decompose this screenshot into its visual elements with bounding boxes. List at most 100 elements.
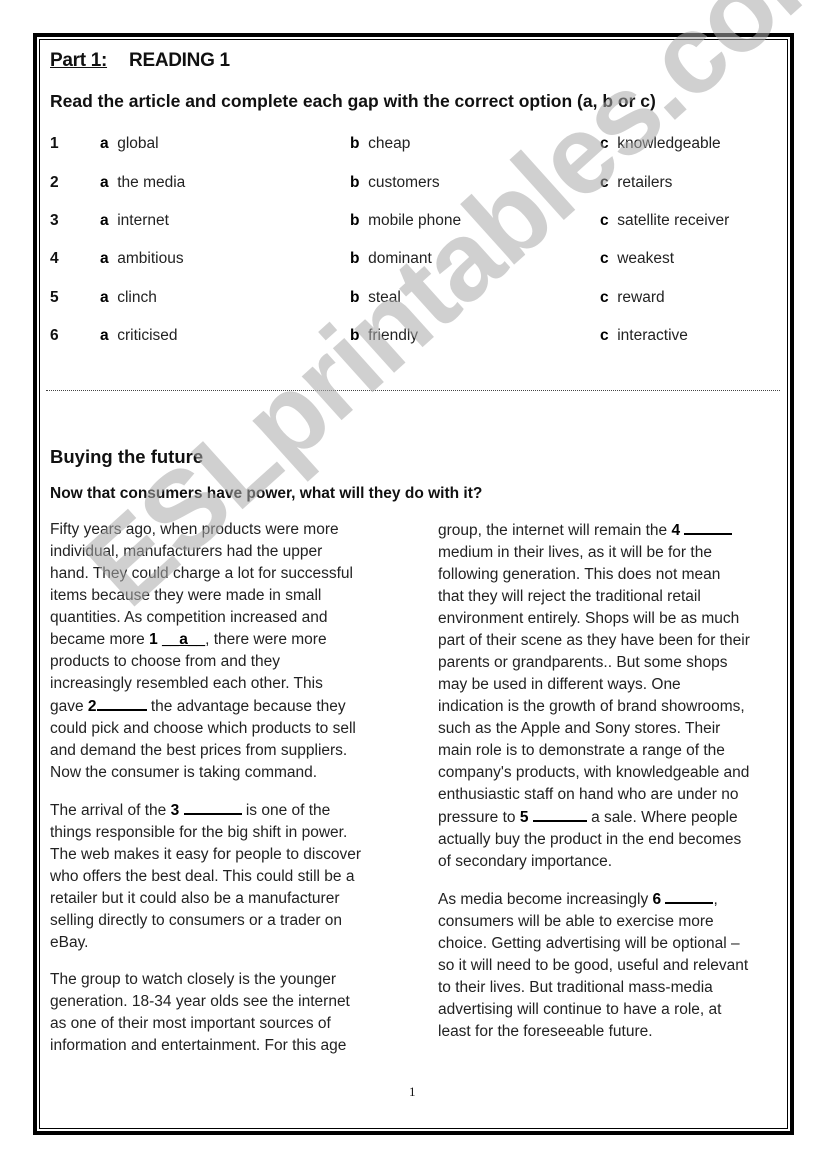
article-left-column: Fifty years ago, when products were more… [50, 519, 361, 1072]
part-label: Part 1: [50, 50, 108, 71]
text-line: advertising will continue to have a role… [438, 1001, 722, 1018]
text-line: to their lives. But traditional mass-med… [438, 979, 713, 996]
option-c[interactable]: c interactive [600, 327, 688, 345]
text-line: that they will reject the traditional re… [438, 588, 701, 605]
option-number: 4 [50, 250, 59, 267]
section-divider [46, 390, 780, 391]
option-letter: a [100, 174, 109, 191]
option-text: satellite receiver [608, 212, 730, 229]
option-letter: a [100, 250, 109, 267]
text-line: so it will need to be good, useful and r… [438, 957, 749, 974]
option-a[interactable]: a internet [100, 212, 169, 230]
text-line: as one of their most important sources o… [50, 1015, 331, 1032]
option-text: criticised [108, 327, 178, 344]
option-text: cheap [359, 135, 411, 152]
paragraph-2: The arrival of the 3 is one of the thing… [50, 799, 361, 954]
text-line: eBay. [50, 934, 89, 951]
option-number: 2 [50, 174, 59, 191]
text-line: individual, manufacturers had the upper [50, 543, 323, 560]
option-text: internet [108, 212, 169, 229]
option-c[interactable]: c retailers [600, 174, 672, 192]
option-number: 5 [50, 289, 59, 306]
p5-lines: consumers will be able to exercise more c… [438, 913, 748, 1040]
option-letter: a [100, 135, 109, 152]
section-label: READING 1 [129, 50, 230, 71]
option-number: 1 [50, 135, 59, 152]
article-right-column: group, the internet will remain the 4 me… [438, 519, 750, 1058]
text-line: actually buy the product in the end beco… [438, 831, 742, 848]
text-line: The group to watch closely is the younge… [50, 971, 337, 988]
p2-lines: things responsible for the big shift in … [50, 824, 361, 951]
gap-2-number: 2 [87, 698, 97, 715]
p3-lines: The group to watch closely is the younge… [50, 971, 350, 1054]
option-b[interactable]: b customers [350, 174, 440, 192]
p4b-lines: actually buy the product in the end beco… [438, 831, 741, 870]
gap-1-number: 1 [149, 631, 158, 648]
gap-2-blank[interactable] [96, 695, 147, 711]
option-a[interactable]: a criticised [100, 327, 178, 345]
option-c[interactable]: c weakest [600, 250, 674, 268]
text-line: main role is to demonstrate a range of t… [438, 742, 725, 759]
option-a[interactable]: a global [100, 135, 159, 153]
option-text: ambitious [108, 250, 184, 267]
text-line: who offers the best deal. This could sti… [50, 868, 355, 885]
text-line: environment entirely. Shops will be as m… [438, 610, 740, 627]
text-line: Now the consumer is taking command. [50, 764, 318, 781]
option-a[interactable]: a the media [100, 174, 185, 192]
option-a[interactable]: a ambitious [100, 250, 184, 268]
option-c[interactable]: c satellite receiver [600, 212, 729, 230]
paragraph-5: As media become increasingly 6 , consume… [438, 888, 750, 1043]
text-line: information and entertainment. For this … [50, 1037, 347, 1054]
option-letter: c [600, 327, 609, 344]
option-letter: a [100, 289, 109, 306]
gap-6-number: 6 [652, 891, 662, 908]
paragraph-4: group, the internet will remain the 4 me… [438, 519, 750, 873]
option-text: friendly [359, 327, 419, 344]
gap-5-blank[interactable] [532, 806, 587, 822]
text-line: things responsible for the big shift in … [50, 824, 348, 841]
option-text: reward [608, 289, 665, 306]
text-line: and demand the best prices from supplier… [50, 742, 348, 759]
text-line: such as the Apple and Sony stores. Their [438, 720, 721, 737]
instruction: Read the article and complete each gap w… [50, 91, 656, 111]
gap-4-number: 4 [671, 522, 681, 539]
option-b[interactable]: b dominant [350, 250, 432, 268]
gap-3-blank[interactable] [183, 799, 242, 815]
text-line: enthusiastic staff on hand who are under… [438, 786, 739, 803]
option-text: dominant [359, 250, 432, 267]
text-line: items because they were made in small [50, 587, 322, 604]
article-subtitle: Now that consumers have power, what will… [50, 485, 483, 502]
page-number: 1 [409, 1084, 416, 1099]
text-line: The web makes it easy for people to disc… [50, 846, 362, 863]
text-line: retailer but it could also be a manufact… [50, 890, 340, 907]
option-text: global [108, 135, 159, 152]
text-line: of secondary importance. [438, 853, 613, 870]
text-line: part of their scene as they have been fo… [438, 632, 750, 649]
p1c-lines: could pick and choose which products to … [50, 720, 356, 781]
text-line: parents or grandparents.. But some shops [438, 654, 728, 671]
paragraph-1: Fifty years ago, when products were more… [50, 521, 356, 781]
option-b[interactable]: b mobile phone [350, 212, 461, 230]
option-letter: c [600, 174, 609, 191]
text-line: indication is the growth of brand showro… [438, 698, 745, 715]
text-line: selling directly to consumers or a trade… [50, 912, 343, 929]
option-letter: c [600, 289, 609, 306]
option-b[interactable]: b cheap [350, 135, 410, 153]
option-b[interactable]: b steal [350, 289, 401, 307]
option-b[interactable]: b friendly [350, 327, 418, 345]
p4-lines: medium in their lives, as it will be for… [438, 544, 750, 803]
option-text: steal [359, 289, 401, 306]
option-a[interactable]: a clinch [100, 289, 157, 307]
text-line: may be used in different ways. One [438, 676, 681, 693]
gap-4-blank[interactable] [684, 519, 733, 535]
option-text: retailers [608, 174, 673, 191]
option-number: 6 [50, 327, 59, 344]
option-c[interactable]: c knowledgeable [600, 135, 721, 153]
text-line: medium in their lives, as it will be for… [438, 544, 712, 561]
gap-6-blank[interactable] [665, 888, 714, 904]
text-line: quantities. As competition increased and [50, 609, 328, 626]
part-heading: Part 1: READING 1 [50, 50, 230, 72]
option-c[interactable]: c reward [600, 289, 665, 307]
option-text: clinch [108, 289, 157, 306]
gap-1-answer[interactable]: __a__ [162, 631, 205, 648]
